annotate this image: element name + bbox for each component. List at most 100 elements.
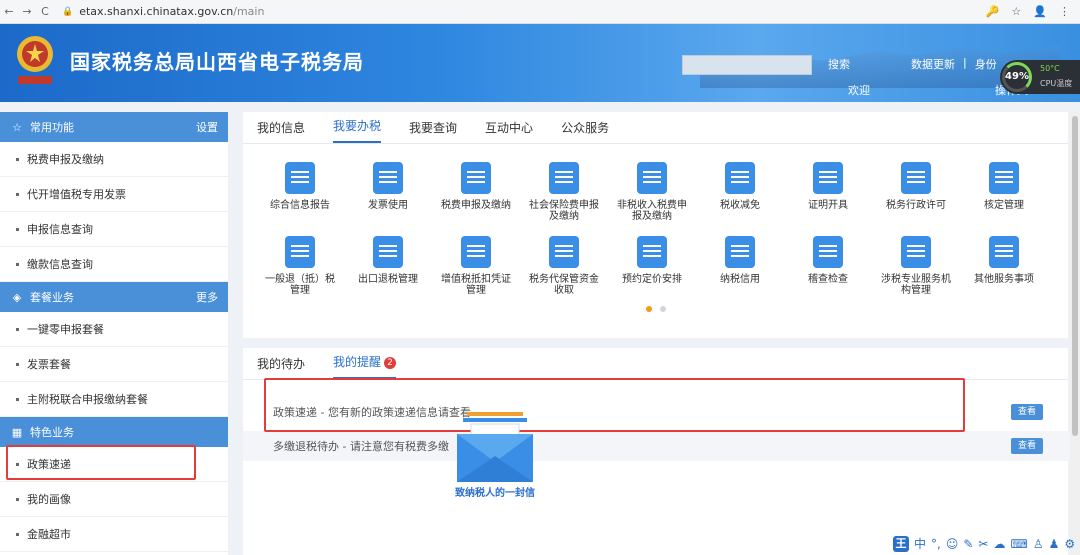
service-icon	[549, 162, 579, 194]
view-button[interactable]: 查看	[1011, 404, 1043, 420]
service-label: 核定管理	[984, 200, 1024, 211]
service-item[interactable]: 涉税专业服务机构管理	[873, 236, 959, 298]
tab-query[interactable]: 我要查询	[409, 119, 457, 143]
service-icon	[813, 236, 843, 268]
sidebar-item[interactable]: 代开增值税专用发票	[0, 177, 228, 212]
reload-icon[interactable]: C	[36, 5, 54, 18]
ime-logo-icon[interactable]: 王	[893, 535, 909, 552]
sidebar-item[interactable]: 发票套餐	[0, 347, 228, 382]
reminder-badge: 2	[384, 357, 397, 369]
service-item[interactable]: 非税收入税费申报及缴纳	[609, 162, 695, 224]
service-item[interactable]: 出口退税管理	[345, 236, 431, 298]
tab-my-todo[interactable]: 我的待办	[257, 355, 305, 379]
search-input[interactable]	[682, 55, 812, 75]
section-title: 套餐业务	[30, 291, 74, 304]
tab-do-tax[interactable]: 我要办税	[333, 117, 382, 143]
cpu-label: CPU温度	[1040, 79, 1073, 88]
section-title: 常用功能	[30, 121, 74, 134]
tab-label: 我的提醒	[333, 355, 382, 369]
sidebar-item[interactable]: 金融超市	[0, 517, 228, 552]
ime-toolbar[interactable]: 王 中 °, ☺ ✎ ✂ ☁ ⌨ ♙ ♟ ⚙	[893, 535, 1075, 552]
ime-mode[interactable]: 中	[914, 535, 926, 552]
service-item[interactable]: 税收减免	[697, 162, 783, 224]
service-item[interactable]: 社会保险费申报及缴纳	[521, 162, 607, 224]
star-icon[interactable]: ☆	[1011, 5, 1021, 18]
service-icon	[813, 162, 843, 194]
pen-icon[interactable]: ✎	[963, 537, 973, 551]
menu-icon[interactable]: ⋮	[1059, 5, 1070, 18]
service-item[interactable]: 核定管理	[961, 162, 1047, 224]
forward-icon[interactable]: →	[18, 5, 36, 18]
message-text: 多缴退税待办 - 请注意您有税费多缴	[273, 440, 449, 453]
service-item[interactable]: 一般退（抵）税管理	[257, 236, 343, 298]
scissors-icon[interactable]: ✂	[978, 537, 988, 551]
layers-icon: ◈	[12, 290, 22, 304]
message-row[interactable]: 多缴退税待办 - 请注意您有税费多缴 查看	[243, 431, 1080, 461]
sidebar-item[interactable]: 一键零申报套餐	[0, 312, 228, 347]
service-icon	[901, 236, 931, 268]
sidebar-item[interactable]: 税费申报及缴纳	[0, 142, 228, 177]
service-item[interactable]: 增值税抵扣凭证管理	[433, 236, 519, 298]
service-item[interactable]: 综合信息报告	[257, 162, 343, 224]
bullet-icon	[16, 497, 19, 501]
cloud-icon[interactable]: ☁	[993, 537, 1005, 551]
more-link[interactable]: 更多	[196, 289, 218, 305]
bullet-icon	[16, 262, 19, 266]
tab-interaction[interactable]: 互动中心	[485, 119, 533, 143]
sidebar-section-common: ☆ 常用功能 设置	[0, 112, 228, 142]
service-icon	[989, 236, 1019, 268]
service-item[interactable]: 发票使用	[345, 162, 431, 224]
service-grid: 综合信息报告 发票使用 税费申报及缴纳 社会保险费申报及缴纳 非税收入税费申报及缴纳 税收…	[243, 144, 1068, 298]
service-item[interactable]: 纳税信用	[697, 236, 783, 298]
service-item[interactable]: 证明开具	[785, 162, 871, 224]
service-icon	[373, 162, 403, 194]
service-item[interactable]: 税务代保管资金收取	[521, 236, 607, 298]
settings-icon[interactable]: ⚙	[1064, 537, 1075, 551]
view-button[interactable]: 查看	[1011, 438, 1043, 454]
tab-my-reminders[interactable]: 我的提醒 2	[333, 353, 397, 379]
profile-icon[interactable]: 👤	[1033, 5, 1047, 18]
emoji-icon[interactable]: ☺	[946, 537, 959, 551]
data-update-link[interactable]: 数据更新	[911, 56, 955, 72]
punctuation-icon[interactable]: °,	[931, 537, 941, 551]
services-panel: 我的信息 我要办税 我要查询 互动中心 公众服务 综合信息报告 发票使用 税费申报及…	[243, 112, 1068, 338]
scrollbar[interactable]	[1070, 112, 1080, 555]
identity-link[interactable]: 身份	[975, 56, 997, 72]
service-icon	[461, 236, 491, 268]
service-label: 税务代保管资金收取	[529, 274, 599, 296]
sidebar-item-label: 一键零申报套餐	[27, 323, 104, 336]
service-label: 一般退（抵）税管理	[265, 274, 335, 296]
browser-toolbar: ← → C 🔒 etax.shanxi.chinatax.gov.cn /mai…	[0, 0, 1080, 24]
cpu-widget[interactable]: 49% 50°C CPU温度	[1000, 60, 1080, 94]
sidebar-item-label: 代开增值税专用发票	[27, 188, 126, 201]
address-bar[interactable]: 🔒 etax.shanxi.chinatax.gov.cn /main	[62, 5, 264, 18]
sidebar-item[interactable]: 缴款信息查询	[0, 247, 228, 282]
service-item[interactable]: 预约定价安排	[609, 236, 695, 298]
service-item[interactable]: 税务行政许可	[873, 162, 959, 224]
settings-link[interactable]: 设置	[196, 119, 218, 135]
tab-public[interactable]: 公众服务	[561, 119, 609, 143]
search-button[interactable]: 搜索	[822, 55, 856, 75]
sidebar-item-label: 发票套餐	[27, 358, 71, 371]
back-icon[interactable]: ←	[0, 5, 18, 18]
keyboard-icon[interactable]: ⌨	[1010, 537, 1027, 551]
service-label: 非税收入税费申报及缴纳	[617, 200, 687, 222]
shirt-icon[interactable]: ♟	[1049, 537, 1060, 551]
scrollbar-thumb[interactable]	[1072, 116, 1078, 436]
service-item[interactable]: 税费申报及缴纳	[433, 162, 519, 224]
service-label: 税费申报及缴纳	[441, 200, 511, 211]
sidebar-item[interactable]: 申报信息查询	[0, 212, 228, 247]
key-icon[interactable]: 🔑	[986, 5, 1000, 18]
envelope-caption[interactable]: 致纳税人的一封信	[452, 484, 538, 499]
sidebar-item[interactable]: 我的画像	[0, 482, 228, 517]
carousel-dot[interactable]	[659, 306, 666, 312]
carousel-dot[interactable]	[645, 306, 652, 312]
service-item[interactable]: 其他服务事项	[961, 236, 1047, 298]
user-icon[interactable]: ♙	[1033, 537, 1044, 551]
service-label: 税务行政许可	[886, 200, 946, 211]
bullet-icon	[16, 157, 19, 161]
tab-my-info[interactable]: 我的信息	[257, 119, 305, 143]
sidebar-item[interactable]: 主附税联合申报缴纳套餐	[0, 382, 228, 417]
service-item[interactable]: 稽查检查	[785, 236, 871, 298]
highlight-box	[264, 378, 965, 432]
